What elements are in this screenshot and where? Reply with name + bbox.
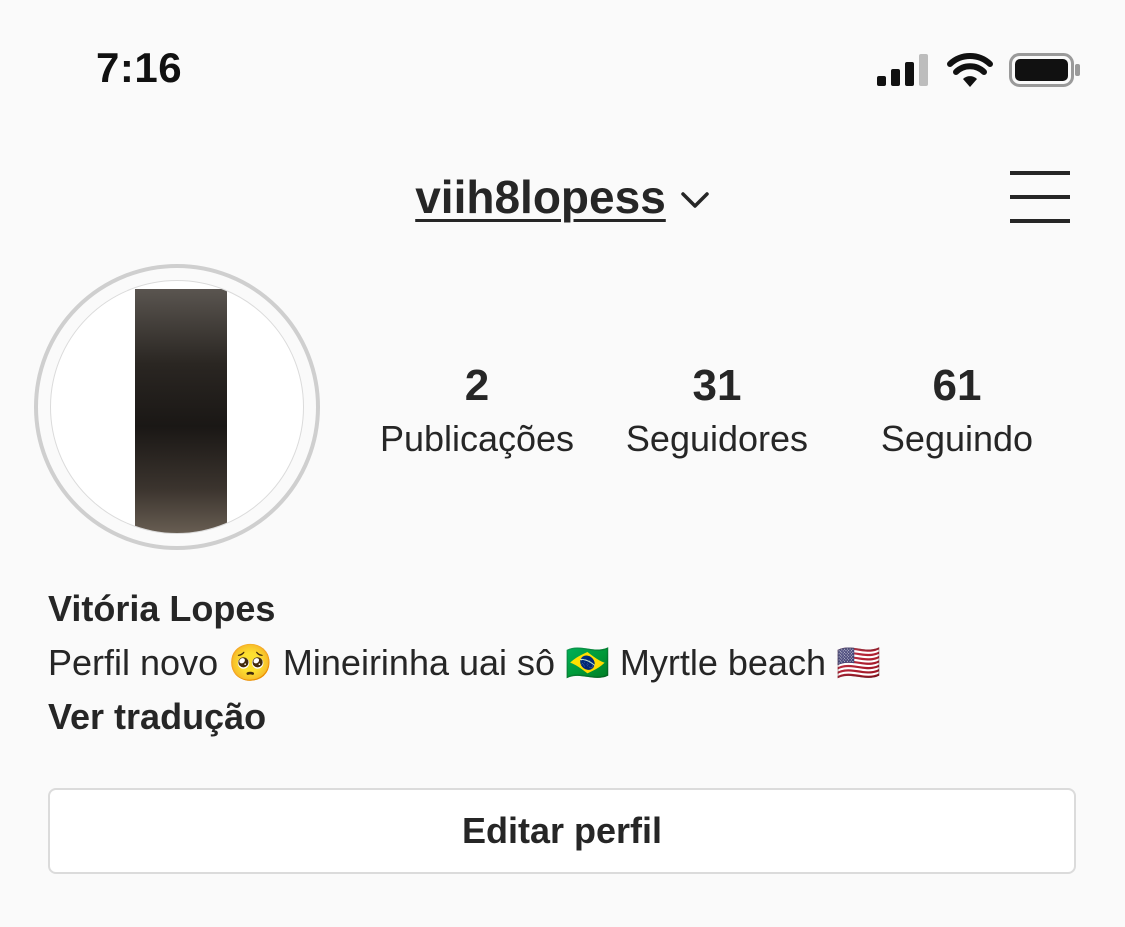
full-name: Vitória Lopes bbox=[48, 588, 276, 629]
avatar[interactable] bbox=[50, 280, 304, 534]
followers-count: 31 bbox=[692, 361, 742, 410]
following-count: 61 bbox=[932, 361, 982, 410]
avatar-ring[interactable] bbox=[34, 264, 320, 550]
edit-profile-button[interactable]: Editar perfil bbox=[48, 788, 1076, 874]
menu-icon[interactable] bbox=[1008, 170, 1072, 224]
following-stat[interactable]: 61 Seguindo bbox=[842, 356, 1072, 462]
signal-icon bbox=[877, 54, 928, 86]
bio-text: Perfil novo 🥺 Mineirinha uai sô 🇧🇷 Myrtl… bbox=[48, 642, 881, 683]
wifi-icon bbox=[947, 53, 993, 87]
see-translation-link[interactable]: Ver tradução bbox=[48, 696, 266, 738]
followers-stat[interactable]: 31 Seguidores bbox=[602, 356, 832, 462]
following-label: Seguindo bbox=[880, 418, 1034, 459]
battery-icon bbox=[1009, 53, 1080, 87]
avatar-photo bbox=[135, 289, 227, 533]
profile-screen: 7:16 viih8lopess 2 Publicações 31 Seguid… bbox=[0, 0, 1125, 927]
chevron-down-icon[interactable] bbox=[680, 190, 710, 210]
followers-label: Seguidores bbox=[625, 418, 809, 459]
posts-label: Publicações bbox=[379, 418, 575, 459]
status-icons bbox=[877, 50, 1081, 90]
posts-count: 2 bbox=[464, 361, 490, 410]
posts-stat[interactable]: 2 Publicações bbox=[362, 356, 592, 462]
username[interactable]: viih8lopess bbox=[415, 170, 666, 224]
account-switcher[interactable]: viih8lopess bbox=[0, 170, 1125, 224]
status-time: 7:16 bbox=[96, 44, 183, 91]
